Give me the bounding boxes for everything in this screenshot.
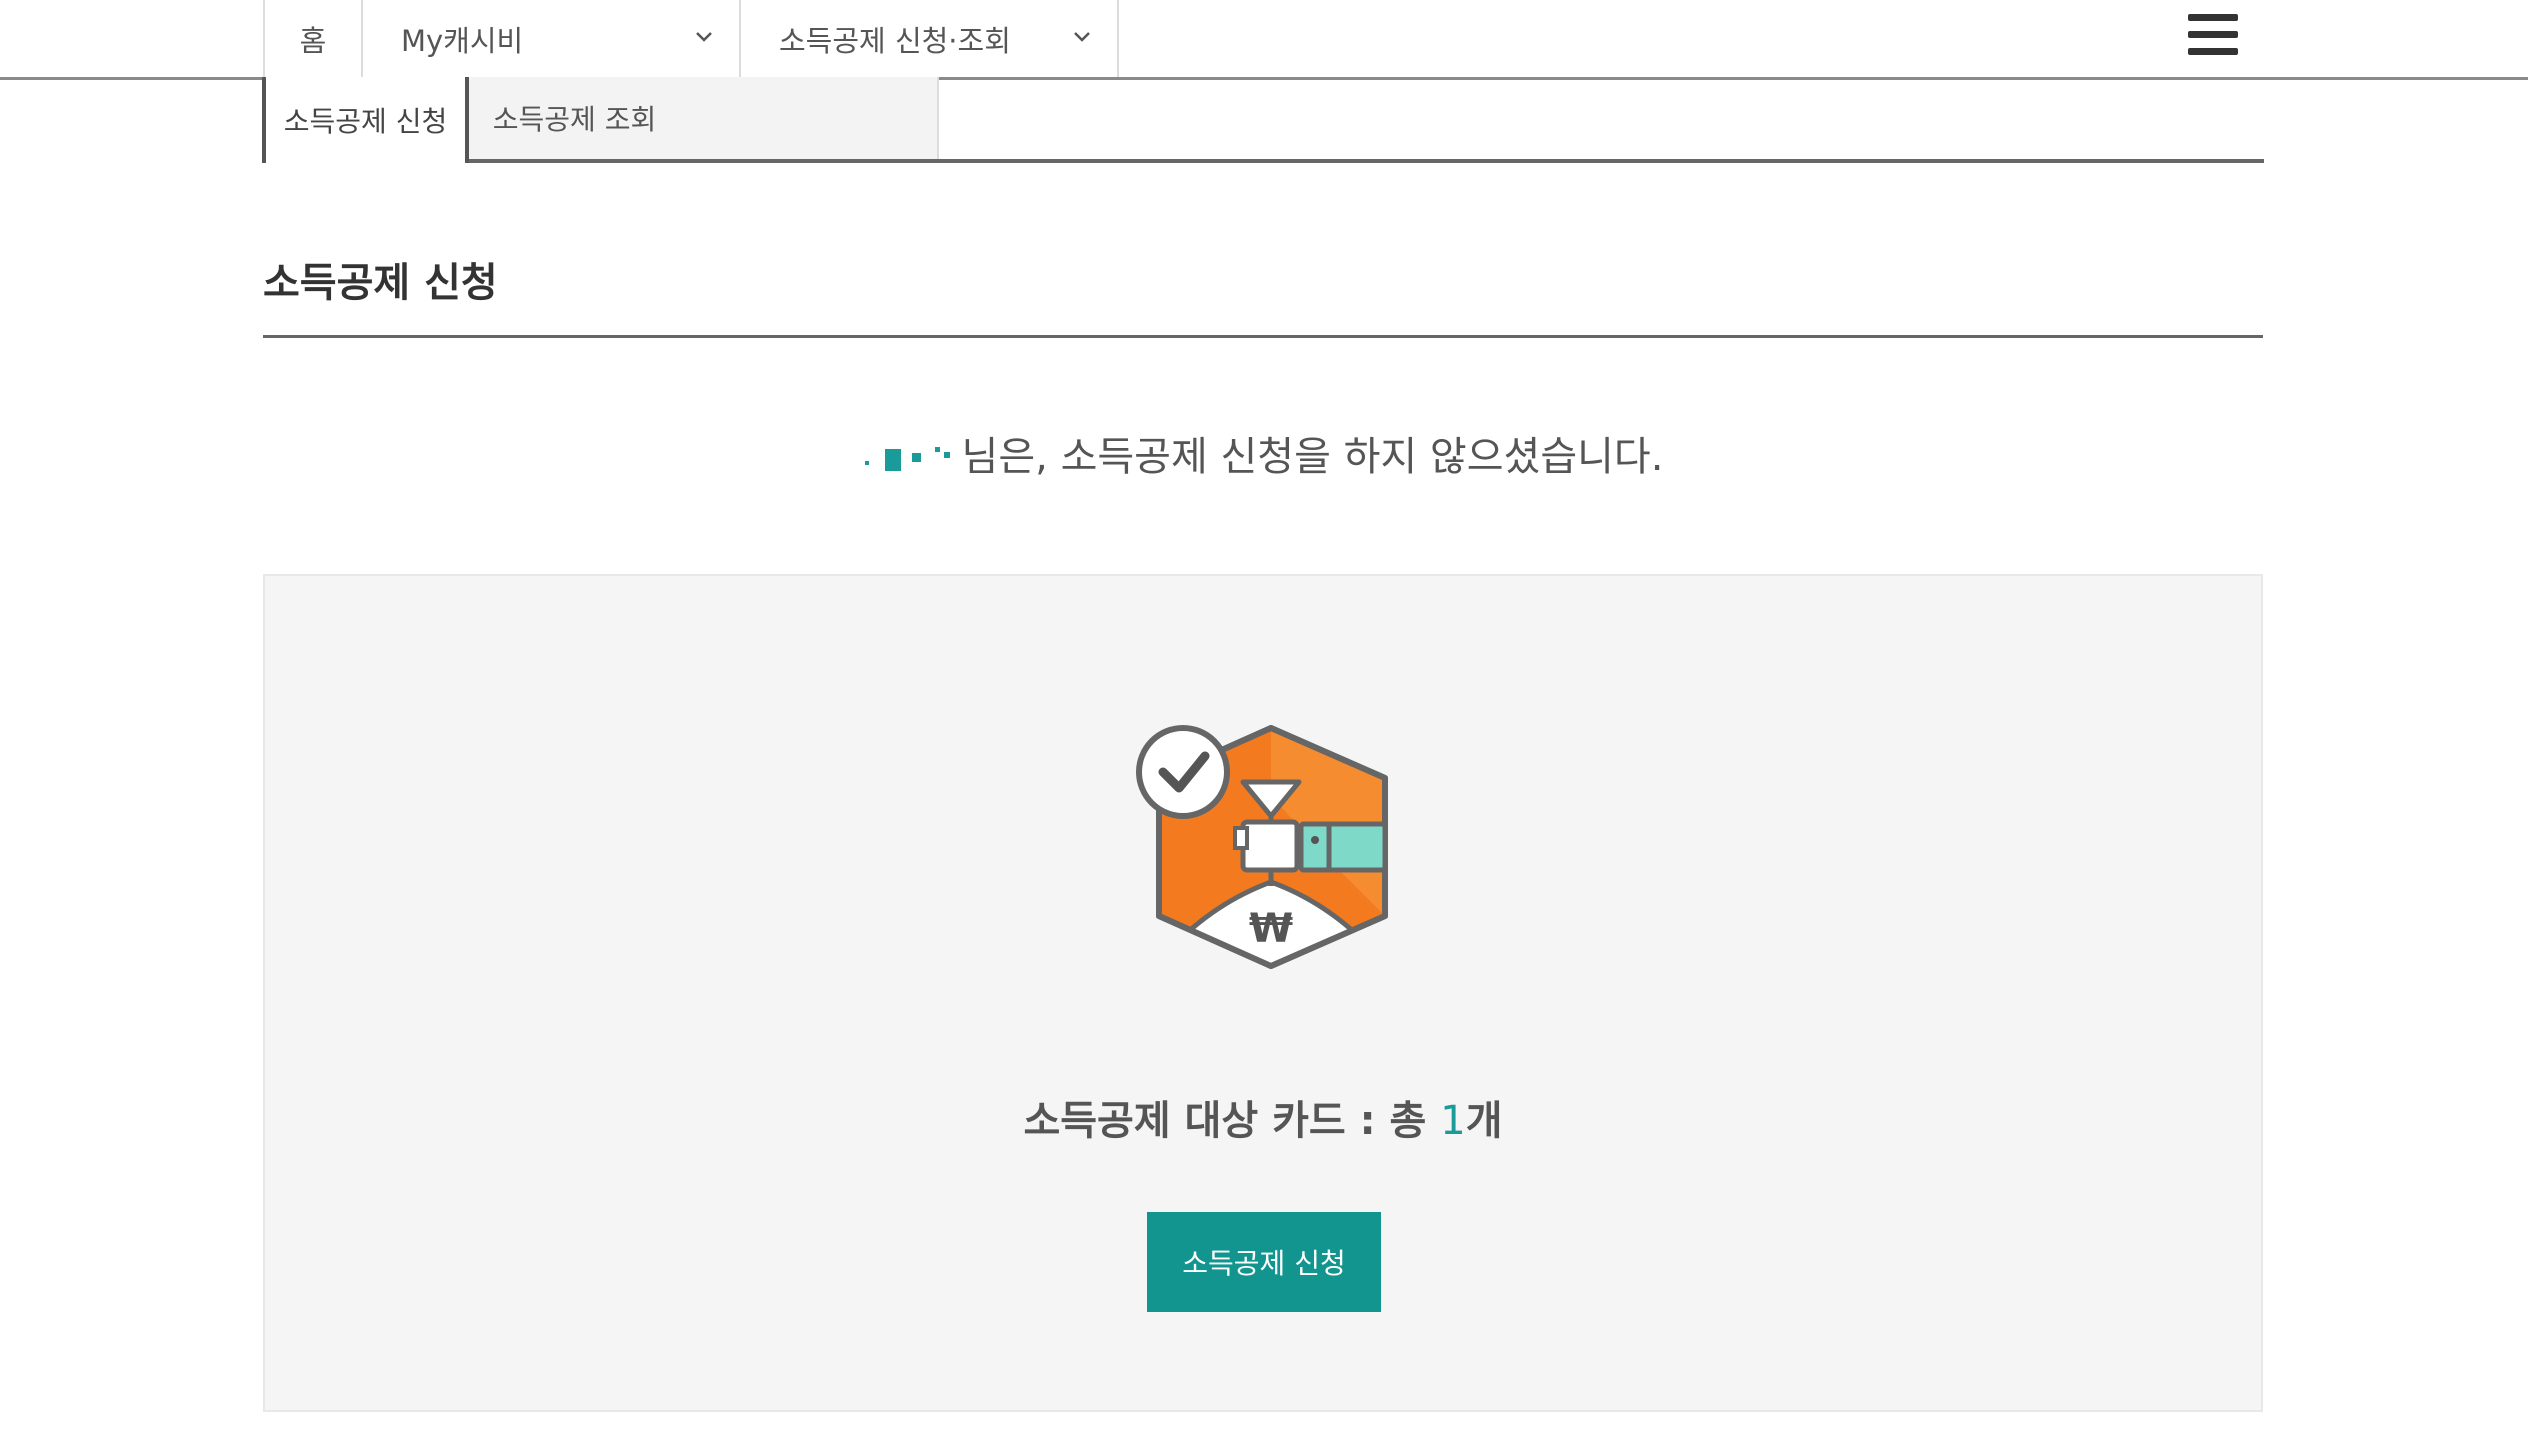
breadcrumb-deduction-label: 소득공제 신청·조회: [779, 23, 1011, 58]
apply-deduction-button[interactable]: 소득공제 신청: [1147, 1212, 1381, 1312]
deduction-card-panel: ₩ 소득공제 대상 카드 : 총 1개 소득공제 신청: [263, 574, 2263, 1412]
card-count-line: 소득공제 대상 카드 : 총 1개: [265, 1088, 2261, 1146]
top-navigation-bar: 홈 My캐시비 소득공제 신청·조회: [0, 0, 2528, 80]
masked-user-name: [864, 439, 960, 479]
card-count-value: 1: [1440, 1098, 1466, 1144]
title-divider: [263, 335, 2263, 338]
tab-deduction-apply-label: 소득공제 신청: [283, 105, 448, 138]
breadcrumb-home[interactable]: 홈: [263, 0, 363, 77]
emblem-currency-symbol: ₩: [1249, 906, 1293, 952]
tab-deduction-inquiry[interactable]: 소득공제 조회: [469, 77, 939, 159]
status-notice: 님은, 소득공제 신청을 하지 않으셨습니다.: [0, 424, 2528, 482]
tab-deduction-apply[interactable]: 소득공제 신청: [262, 77, 469, 163]
income-deduction-emblem-icon: ₩: [1136, 725, 1388, 969]
hamburger-menu-icon[interactable]: [2188, 14, 2238, 56]
chevron-down-icon: [1074, 32, 1090, 42]
breadcrumb-home-label: 홈: [299, 23, 327, 58]
breadcrumb-mycashbee-label: My캐시비: [401, 23, 524, 58]
tab-bar: 소득공제 신청 소득공제 조회: [262, 77, 2264, 163]
card-count-label: 소득공제 대상 카드 : 총: [1023, 1098, 1441, 1144]
status-notice-text: 님은, 소득공제 신청을 하지 않으셨습니다.: [961, 434, 1664, 480]
breadcrumb-deduction-select[interactable]: 소득공제 신청·조회: [741, 0, 1119, 77]
chevron-down-icon: [696, 32, 712, 42]
card-count-unit: 개: [1465, 1098, 1503, 1144]
tab-deduction-inquiry-label: 소득공제 조회: [492, 103, 657, 136]
tab-bar-underline: [262, 159, 2264, 163]
breadcrumb-mycashbee-select[interactable]: My캐시비: [363, 0, 741, 77]
page-title: 소득공제 신청: [263, 260, 498, 306]
